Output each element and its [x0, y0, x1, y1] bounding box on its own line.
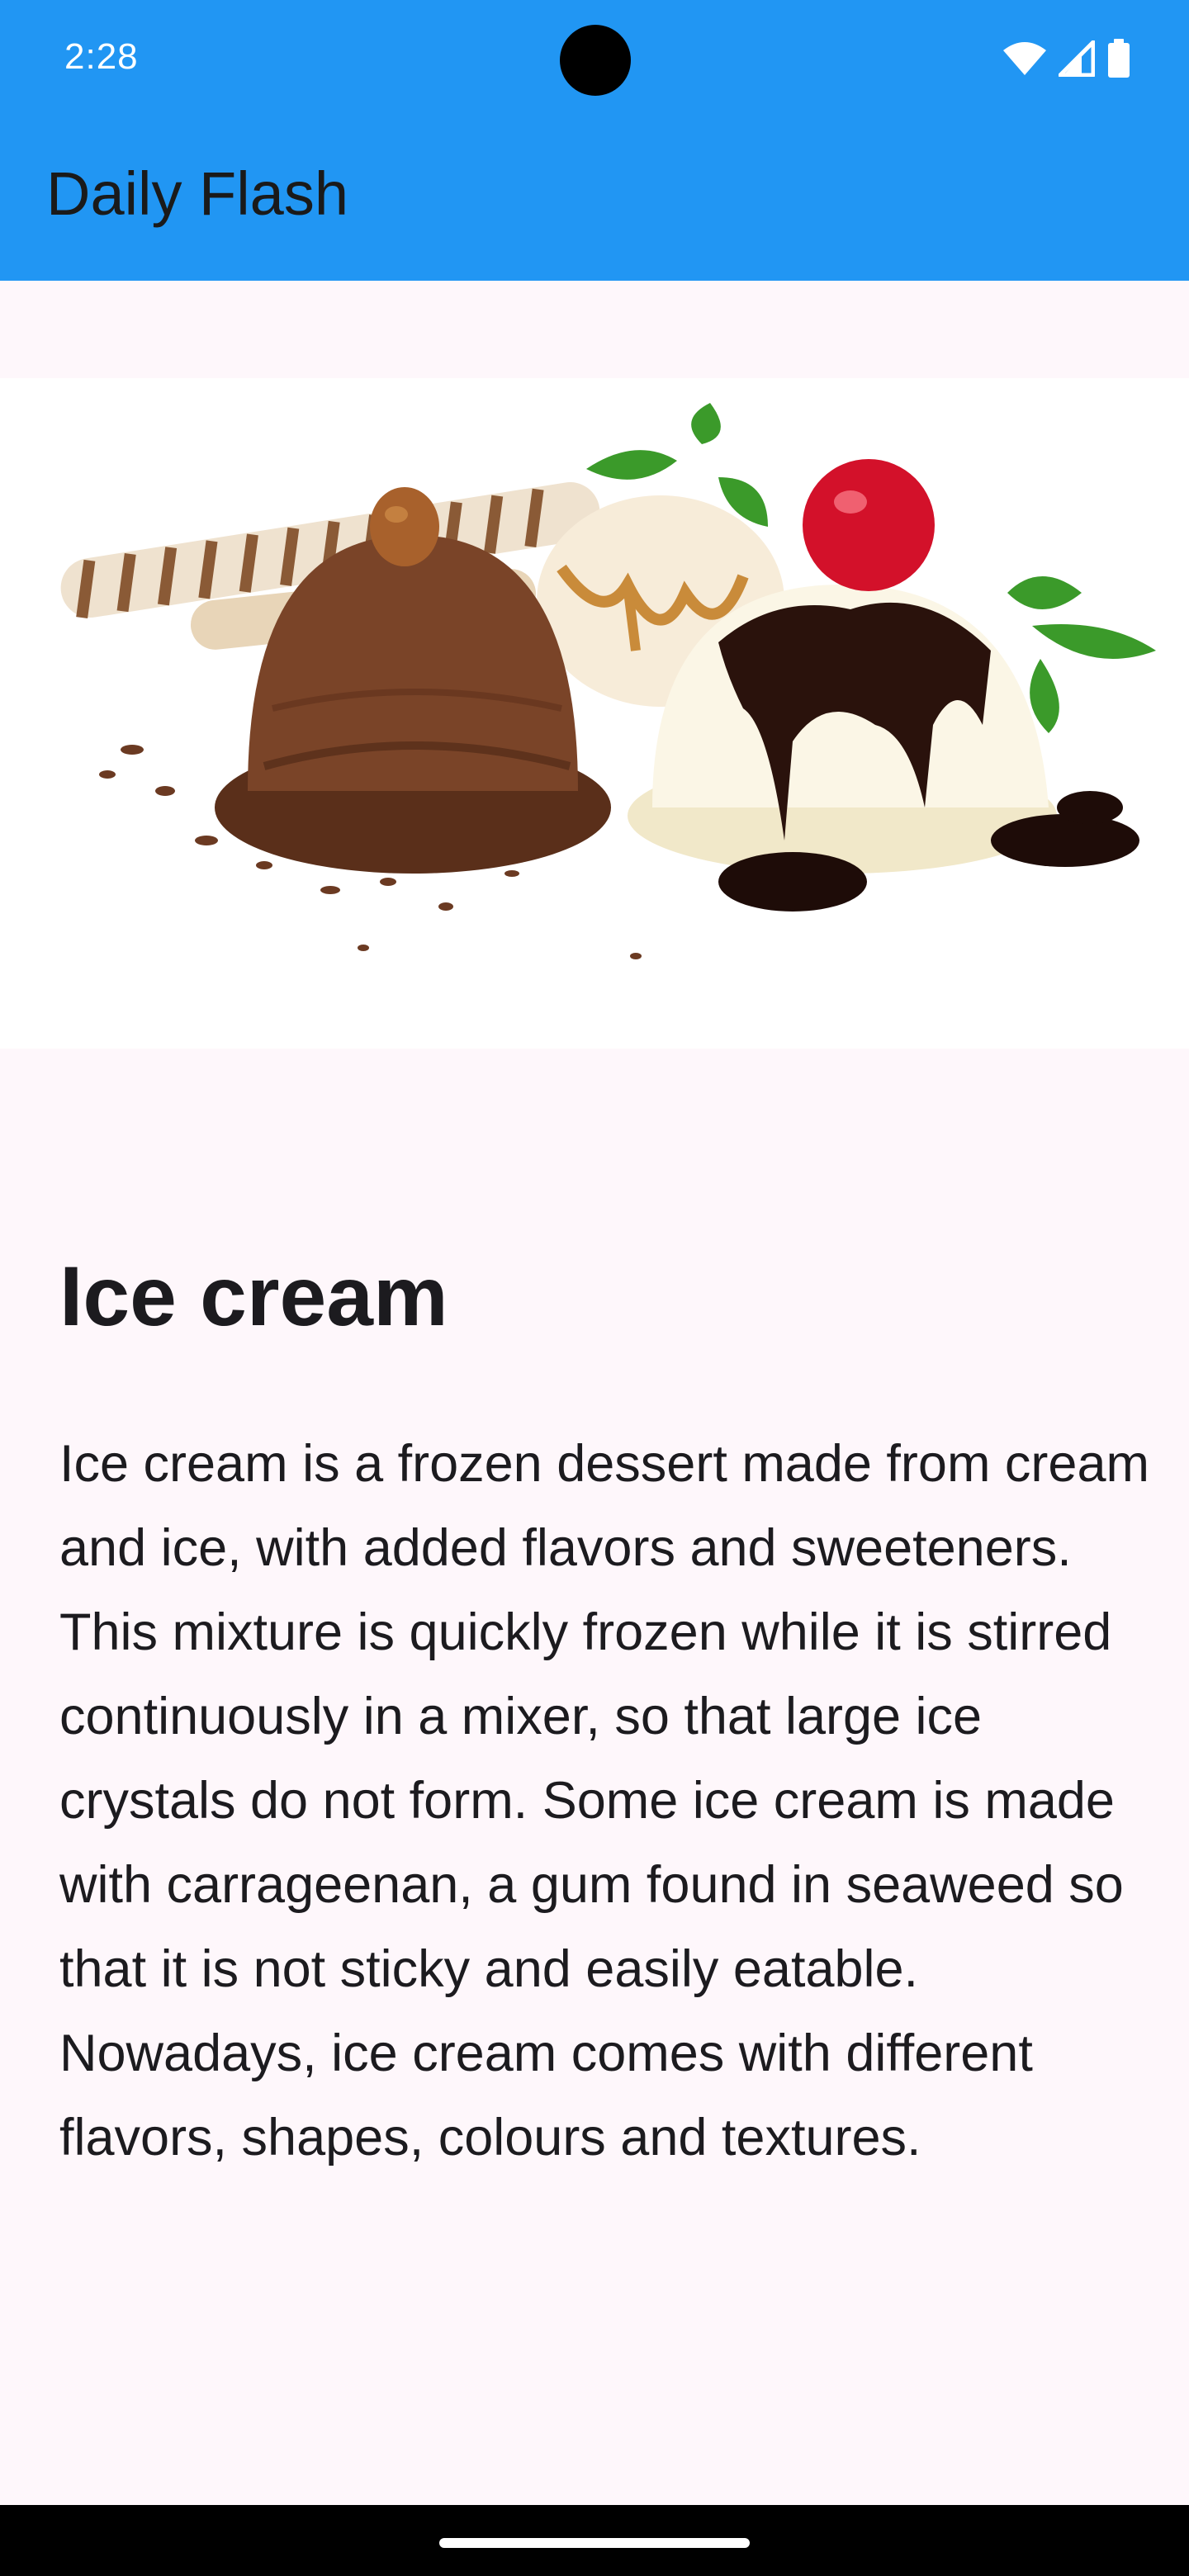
navigation-bar [0, 2505, 1189, 2576]
ice-cream-image [0, 378, 1189, 1049]
camera-cutout [560, 25, 631, 96]
status-icons [1002, 36, 1131, 81]
home-gesture-handle[interactable] [439, 2538, 750, 2548]
cellular-signal-icon [1059, 40, 1095, 77]
status-time: 2:28 [64, 36, 139, 77]
app-title: Daily Flash [46, 159, 348, 228]
top-app-bar: 2:28 Daily Flash [0, 0, 1189, 281]
article-title: Ice cream [59, 1249, 448, 1343]
battery-icon [1106, 39, 1131, 78]
cherry [803, 459, 935, 591]
wifi-icon [1002, 40, 1047, 77]
article-body: Ice cream is a frozen dessert made from … [59, 1435, 1149, 2166]
